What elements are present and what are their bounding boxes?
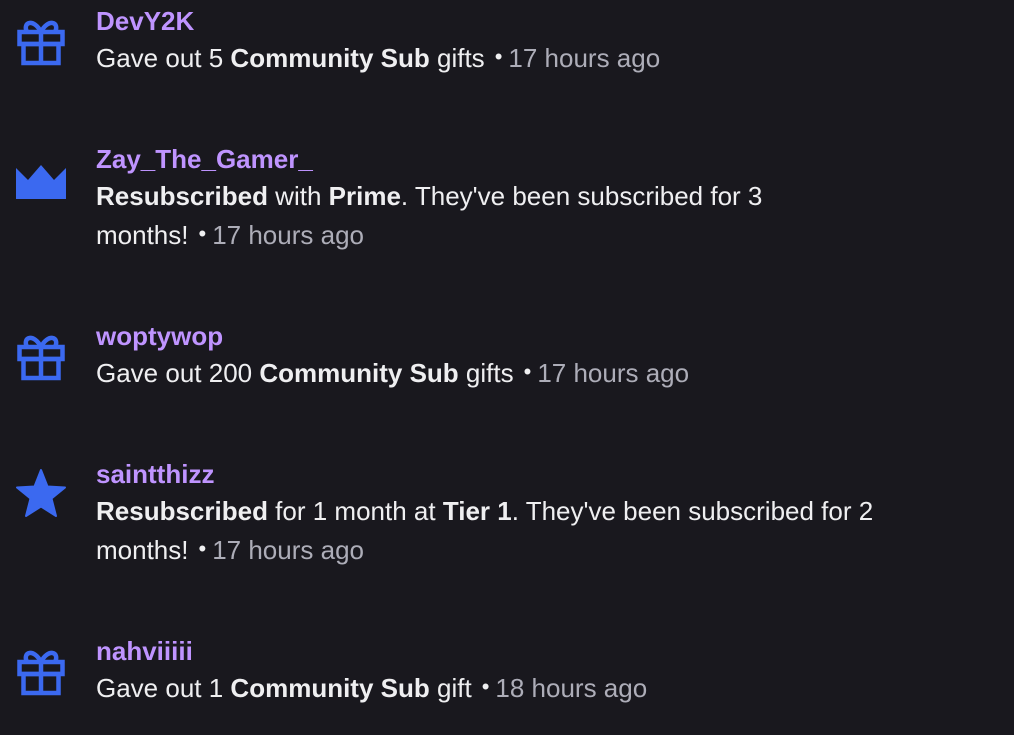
activity-content: Zay_The_Gamer_ Resubscribed with Prime. … — [96, 144, 1014, 256]
activity-content: woptywop Gave out 200 Community Sub gift… — [96, 321, 1014, 394]
message-text: . They've been subscribed for 2 — [511, 496, 874, 526]
message-text: Gave out 1 — [96, 673, 231, 703]
username-link[interactable]: DevY2K — [96, 6, 1014, 36]
message-highlight: Community Sub — [230, 673, 430, 703]
message-highlight: Prime — [328, 181, 401, 211]
activity-content: saintthizz Resubscribed for 1 month at T… — [96, 459, 1014, 571]
activity-content: nahviiiii Gave out 1 Community Sub gift •… — [96, 636, 1014, 709]
timestamp: 17 hours ago — [537, 358, 690, 388]
message-text: for 1 month at — [267, 496, 443, 526]
message-text: months! — [96, 220, 189, 250]
message-text: gifts — [429, 43, 485, 73]
crown-icon — [14, 152, 68, 206]
username-link[interactable]: Zay_The_Gamer_ — [96, 144, 1014, 174]
activity-message: Gave out 5 Community Sub gifts • 17 hours … — [96, 39, 1014, 79]
activity-message: Gave out 200 Community Sub gifts • 17 hour… — [96, 354, 1014, 394]
activity-message: Resubscribed for 1 month at Tier 1. They… — [96, 492, 1014, 571]
message-text: gifts — [458, 358, 514, 388]
message-highlight: Community Sub — [230, 43, 430, 73]
activity-message: Resubscribed with Prime. They've been su… — [96, 177, 1014, 256]
message-highlight: Resubscribed — [96, 496, 268, 526]
message-highlight: Resubscribed — [96, 181, 268, 211]
timestamp: 18 hours ago — [495, 673, 648, 703]
star-icon — [14, 467, 68, 521]
gift-icon — [14, 329, 68, 383]
bullet-separator: • — [481, 674, 490, 699]
bullet-separator: • — [523, 359, 532, 384]
bullet-separator: • — [198, 221, 207, 246]
timestamp: 17 hours ago — [508, 43, 661, 73]
activity-content: DevY2K Gave out 5 Community Sub gifts • 17… — [96, 6, 1014, 79]
gift-icon — [14, 644, 68, 698]
message-text: months! — [96, 535, 189, 565]
message-text: with — [267, 181, 329, 211]
message-text: . They've been subscribed for 3 — [400, 181, 763, 211]
activity-feed: DevY2K Gave out 5 Community Sub gifts • 17… — [0, 0, 1014, 735]
timestamp: 17 hours ago — [212, 220, 364, 250]
username-link[interactable]: nahviiiii — [96, 636, 1014, 666]
message-text: Gave out 5 — [96, 43, 231, 73]
bullet-separator: • — [198, 536, 207, 561]
message-text: Gave out 200 — [96, 358, 260, 388]
activity-message: Gave out 1 Community Sub gift • 18 hours a… — [96, 669, 1014, 709]
username-link[interactable]: saintthizz — [96, 459, 1014, 489]
gift-icon — [14, 14, 68, 68]
message-highlight: Community Sub — [259, 358, 459, 388]
username-link[interactable]: woptywop — [96, 321, 1014, 351]
message-highlight: Tier 1 — [442, 496, 512, 526]
timestamp: 17 hours ago — [212, 535, 364, 565]
bullet-separator: • — [494, 44, 503, 69]
message-text: gift — [429, 673, 472, 703]
